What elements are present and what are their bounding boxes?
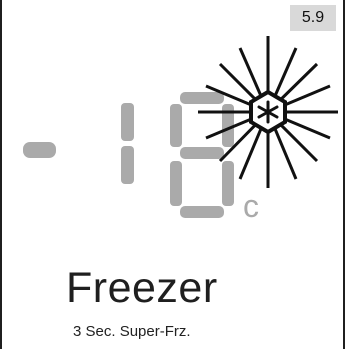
temperature-minus-segment [23, 142, 56, 158]
digit-one [121, 103, 134, 184]
temperature-unit: c [243, 188, 259, 224]
page-title: Freezer [66, 264, 218, 312]
super-freeze-hint: 3 Sec. Super-Frz. [73, 323, 191, 340]
snowflake-icon [198, 36, 338, 188]
